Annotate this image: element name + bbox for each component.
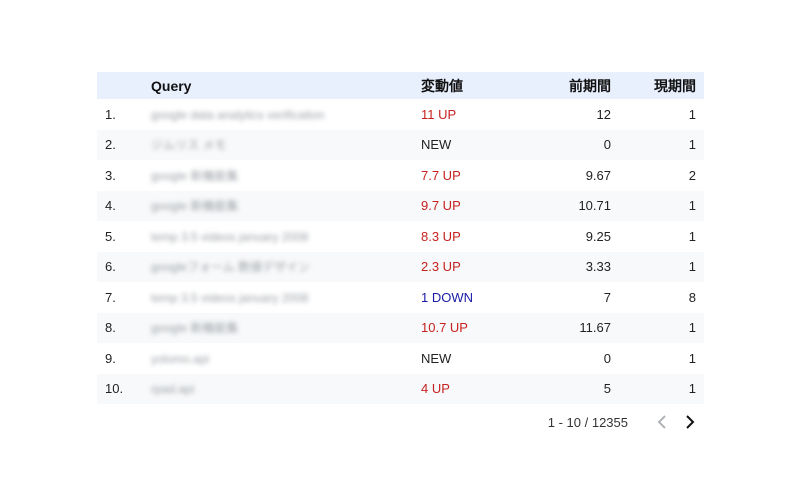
query-text: temp 3.5 videos january 2008 bbox=[151, 290, 309, 305]
row-number: 1. bbox=[105, 106, 116, 122]
chevron-right-icon bbox=[686, 415, 695, 429]
row-number: 10. bbox=[105, 381, 124, 397]
row-current: 1 bbox=[688, 350, 696, 366]
row-current: 1 bbox=[688, 198, 696, 214]
row-current: 1 bbox=[688, 228, 696, 244]
row-change: NEW bbox=[421, 137, 452, 153]
chevron-left-icon bbox=[657, 415, 666, 429]
row-query[interactable]: google 新機能集 bbox=[151, 167, 421, 184]
row-prev: 5 bbox=[603, 381, 611, 397]
table-row[interactable]: 5. temp 3.5 videos january 2008 8.3 UP 9.25… bbox=[97, 221, 704, 252]
row-prev: 10.71 bbox=[578, 198, 611, 214]
query-text: temp 3.5 videos january 2008 bbox=[151, 229, 309, 244]
row-prev: 7 bbox=[603, 289, 611, 305]
query-text: google 新機能集 bbox=[151, 168, 239, 183]
row-number: 5. bbox=[105, 228, 116, 244]
table-header: Query 変動値 前期間 現期間 bbox=[97, 72, 704, 99]
row-change: 2.3 UP bbox=[421, 259, 461, 275]
row-query[interactable]: google data analytics verification bbox=[151, 107, 421, 122]
row-query[interactable]: googleフォーム 数値デザイン bbox=[151, 258, 421, 275]
row-change: 4 UP bbox=[421, 381, 450, 397]
row-change: 7.7 UP bbox=[421, 167, 461, 183]
header-current[interactable]: 現期間 bbox=[611, 76, 704, 96]
row-prev: 0 bbox=[603, 137, 611, 153]
row-prev: 3.33 bbox=[585, 259, 611, 275]
row-current: 1 bbox=[688, 381, 696, 397]
row-number: 7. bbox=[105, 289, 116, 305]
header-prev[interactable]: 前期間 bbox=[531, 76, 611, 96]
row-change: 10.7 UP bbox=[421, 320, 468, 336]
table-row[interactable]: 9. yolomo.api NEW 0 1 bbox=[97, 343, 704, 374]
row-prev: 12 bbox=[596, 106, 611, 122]
table-row[interactable]: 1. google data analytics verification 11 U… bbox=[97, 99, 704, 130]
table-row[interactable]: 4. google 新機能集 9.7 UP 10.71 1 bbox=[97, 190, 704, 221]
row-change: 9.7 UP bbox=[421, 198, 461, 214]
row-change: 11 UP bbox=[421, 106, 457, 122]
query-text: googleフォーム 数値デザイン bbox=[151, 260, 311, 275]
row-current: 2 bbox=[688, 167, 696, 183]
row-change: 8.3 UP bbox=[421, 228, 461, 244]
table-row[interactable]: 7. temp 3.5 videos january 2008 1 DOWN 7 8 bbox=[97, 282, 704, 313]
query-text: yolomo.api bbox=[151, 351, 210, 366]
row-prev: 9.25 bbox=[585, 228, 611, 244]
table-body: 1. google data analytics verification 11 U… bbox=[97, 99, 704, 404]
row-query[interactable]: temp 3.5 videos january 2008 bbox=[151, 229, 421, 244]
row-current: 8 bbox=[688, 289, 696, 305]
query-text: google 新機能集 bbox=[151, 199, 239, 214]
row-current: 1 bbox=[688, 320, 696, 336]
next-page-button[interactable] bbox=[676, 408, 704, 436]
pagination: 1 - 10 / 12355 bbox=[97, 404, 704, 440]
query-text: google data analytics verification bbox=[151, 107, 325, 122]
row-query[interactable]: google 新機能集 bbox=[151, 319, 421, 336]
pagination-info: 1 - 10 / 12355 bbox=[547, 414, 628, 430]
row-number: 9. bbox=[105, 350, 116, 366]
row-current: 1 bbox=[688, 259, 696, 275]
row-prev: 9.67 bbox=[585, 167, 611, 183]
row-number: 3. bbox=[105, 167, 116, 183]
header-query[interactable]: Query bbox=[151, 78, 421, 94]
row-query[interactable]: ジムリス メモ bbox=[151, 136, 421, 153]
query-table: Query 変動値 前期間 現期間 1. google data analytic… bbox=[97, 72, 704, 440]
query-text: ジムリス メモ bbox=[151, 138, 227, 153]
row-number: 8. bbox=[105, 320, 116, 336]
table-row[interactable]: 8. google 新機能集 10.7 UP 11.67 1 bbox=[97, 312, 704, 343]
table-row[interactable]: 10. rpad.api 4 UP 5 1 bbox=[97, 373, 704, 404]
row-number: 4. bbox=[105, 198, 116, 214]
table-row[interactable]: 3. google 新機能集 7.7 UP 9.67 2 bbox=[97, 160, 704, 191]
row-query[interactable]: temp 3.5 videos january 2008 bbox=[151, 290, 421, 305]
row-prev: 0 bbox=[603, 350, 611, 366]
row-number: 2. bbox=[105, 137, 116, 153]
row-current: 1 bbox=[688, 137, 696, 153]
query-text: rpad.api bbox=[151, 382, 195, 397]
prev-page-button[interactable] bbox=[648, 408, 676, 436]
table-row[interactable]: 2. ジムリス メモ NEW 0 1 bbox=[97, 129, 704, 160]
row-query[interactable]: google 新機能集 bbox=[151, 197, 421, 214]
table-row[interactable]: 6. googleフォーム 数値デザイン 2.3 UP 3.33 1 bbox=[97, 251, 704, 282]
row-number: 6. bbox=[105, 259, 116, 275]
row-query[interactable]: rpad.api bbox=[151, 381, 421, 396]
row-current: 1 bbox=[688, 106, 696, 122]
row-query[interactable]: yolomo.api bbox=[151, 351, 421, 366]
row-prev: 11.67 bbox=[579, 320, 611, 336]
header-change[interactable]: 変動値 bbox=[421, 76, 531, 96]
row-change: 1 DOWN bbox=[421, 289, 473, 305]
row-change: NEW bbox=[421, 350, 452, 366]
query-text: google 新機能集 bbox=[151, 321, 239, 336]
